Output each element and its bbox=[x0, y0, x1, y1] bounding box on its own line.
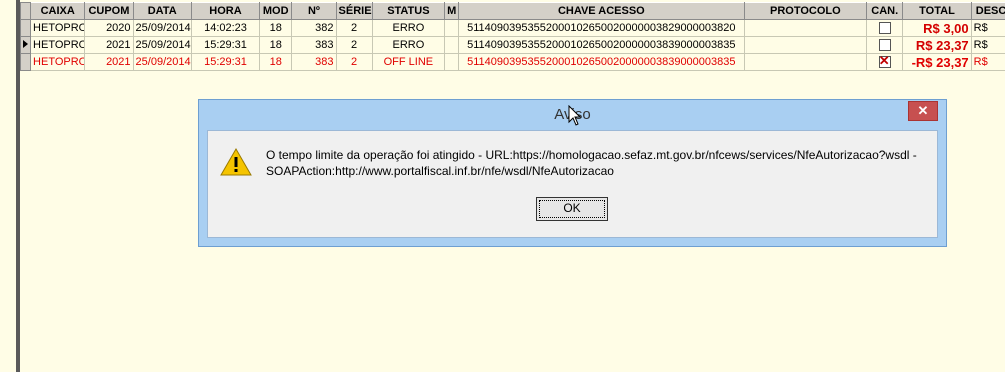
column-header[interactable]: STATUS bbox=[371, 2, 446, 20]
cell-serie[interactable]: 2 bbox=[335, 36, 373, 54]
cell-caixa[interactable]: HETOPRO bbox=[30, 53, 86, 71]
cell-mod[interactable]: 18 bbox=[259, 36, 293, 54]
cell-m[interactable] bbox=[444, 19, 460, 37]
cell-status[interactable]: OFF LINE bbox=[371, 53, 446, 71]
mouse-cursor-icon bbox=[568, 105, 582, 126]
cell-m[interactable] bbox=[444, 53, 460, 71]
column-header[interactable]: CHAVE ACESSO bbox=[458, 2, 745, 20]
row-indicator bbox=[19, 19, 32, 37]
table-row-offline[interactable]: HETOPRO 2021 25/09/2014 15:29:31 18 383 … bbox=[19, 53, 1005, 71]
cell-cupom[interactable]: 2021 bbox=[84, 36, 134, 54]
cell-total[interactable]: R$ 23,37 bbox=[902, 36, 972, 54]
column-header[interactable]: HORA bbox=[190, 2, 261, 20]
cell-numero[interactable]: 383 bbox=[291, 53, 337, 71]
warning-icon bbox=[220, 147, 252, 176]
cell-hora[interactable]: 15:29:31 bbox=[190, 36, 261, 54]
cell-hora[interactable]: 14:02:23 bbox=[190, 19, 261, 37]
cell-can[interactable] bbox=[866, 19, 904, 37]
cell-protocolo[interactable] bbox=[743, 36, 868, 54]
column-header[interactable]: CAIXA bbox=[30, 2, 86, 20]
cell-cupom[interactable]: 2021 bbox=[84, 53, 134, 71]
cell-protocolo[interactable] bbox=[743, 19, 868, 37]
column-header[interactable]: DATA bbox=[132, 2, 192, 20]
cancel-checkbox[interactable] bbox=[878, 22, 891, 35]
cell-m[interactable] bbox=[444, 36, 460, 54]
cell-hora[interactable]: 15:29:31 bbox=[190, 53, 261, 71]
cell-mod[interactable]: 18 bbox=[259, 53, 293, 71]
cell-data[interactable]: 25/09/2014 bbox=[132, 19, 192, 37]
cancel-checkbox[interactable] bbox=[878, 39, 891, 52]
column-header[interactable]: CUPOM bbox=[84, 2, 134, 20]
cell-data[interactable]: 25/09/2014 bbox=[132, 53, 192, 71]
cell-cupom[interactable]: 2020 bbox=[84, 19, 134, 37]
column-header[interactable]: DESCO bbox=[970, 2, 1005, 20]
dialog-content: O tempo limite da operação foi atingido … bbox=[207, 130, 938, 238]
cell-numero[interactable]: 383 bbox=[291, 36, 337, 54]
cell-total[interactable]: R$ 3,00 bbox=[902, 19, 972, 37]
cell-serie[interactable]: 2 bbox=[335, 53, 373, 71]
left-border bbox=[0, 0, 20, 372]
cell-can[interactable] bbox=[866, 36, 904, 54]
cancel-checkbox-checked[interactable] bbox=[878, 55, 891, 69]
cell-numero[interactable]: 382 bbox=[291, 19, 337, 37]
column-header[interactable]: Nº bbox=[291, 2, 337, 20]
cell-desco[interactable]: R$ bbox=[970, 36, 1005, 54]
column-header[interactable]: SÉRIE bbox=[335, 2, 373, 20]
row-indicator-header bbox=[19, 2, 32, 20]
row-indicator bbox=[19, 53, 32, 71]
cell-status[interactable]: ERRO bbox=[371, 36, 446, 54]
row-indicator bbox=[19, 36, 32, 54]
cell-desco[interactable]: R$ bbox=[970, 19, 1005, 37]
column-header[interactable]: CAN. bbox=[866, 2, 904, 20]
column-header[interactable]: TOTAL bbox=[902, 2, 972, 20]
cell-status[interactable]: ERRO bbox=[371, 19, 446, 37]
table-row[interactable]: HETOPRO 2021 25/09/2014 15:29:31 18 383 … bbox=[19, 36, 1005, 54]
cell-chave[interactable]: 5114090395355200010265002000000383900000… bbox=[458, 53, 745, 71]
cell-serie[interactable]: 2 bbox=[335, 19, 373, 37]
column-header[interactable]: PROTOCOLO bbox=[743, 2, 868, 20]
cell-total[interactable]: -R$ 23,37 bbox=[902, 53, 972, 71]
dialog-message: O tempo limite da operação foi atingido … bbox=[266, 148, 917, 178]
table-row[interactable]: HETOPRO 2020 25/09/2014 14:02:23 18 382 … bbox=[19, 19, 1005, 37]
cell-protocolo[interactable] bbox=[743, 53, 868, 71]
cell-desco[interactable]: R$ bbox=[970, 53, 1005, 71]
cell-chave[interactable]: 5114090395355200010265002000000382900000… bbox=[458, 19, 745, 37]
cell-chave[interactable]: 5114090395355200010265002000000383900000… bbox=[458, 36, 745, 54]
cell-caixa[interactable]: HETOPRO bbox=[30, 36, 86, 54]
grid-header-row: CAIXA CUPOM DATA HORA MOD Nº SÉRIE STATU… bbox=[19, 2, 1005, 20]
cell-caixa[interactable]: HETOPRO bbox=[30, 19, 86, 37]
ok-button[interactable]: OK bbox=[536, 197, 608, 221]
ok-button-label: OK bbox=[563, 201, 581, 215]
close-icon: ✕ bbox=[917, 103, 929, 118]
current-row-arrow-icon bbox=[23, 40, 29, 48]
cell-data[interactable]: 25/09/2014 bbox=[132, 36, 192, 54]
nfce-grid: CAIXA CUPOM DATA HORA MOD Nº SÉRIE STATU… bbox=[19, 2, 1005, 71]
column-header[interactable]: M bbox=[444, 2, 460, 20]
column-header[interactable]: MOD bbox=[259, 2, 293, 20]
close-button[interactable]: ✕ bbox=[908, 101, 938, 121]
cell-can[interactable] bbox=[866, 53, 904, 71]
cell-mod[interactable]: 18 bbox=[259, 19, 293, 37]
